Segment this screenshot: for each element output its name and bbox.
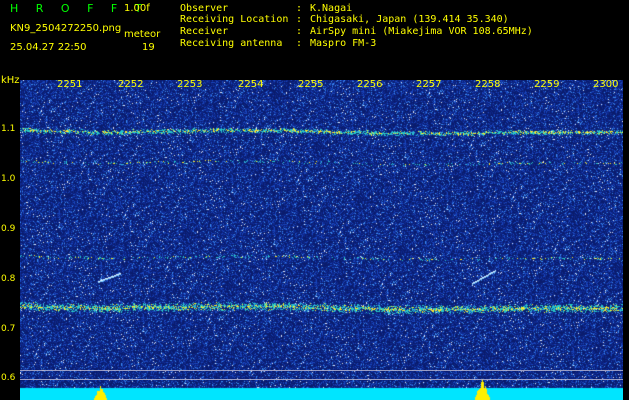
x-tick: 2258 bbox=[475, 79, 501, 90]
x-tick: 2259 bbox=[534, 79, 560, 90]
info-key: Observer bbox=[180, 3, 229, 14]
info-row-observer: Observer: K.Nagai bbox=[180, 3, 353, 14]
meteor-count: 19 bbox=[142, 42, 155, 53]
filename-label: KN9_2504272250.png bbox=[10, 23, 122, 34]
reference-line bbox=[20, 370, 623, 371]
y-tick: 1.1 bbox=[1, 124, 16, 134]
reference-line bbox=[20, 379, 623, 380]
info-key: Receiving Location bbox=[180, 14, 289, 25]
meteor-label: meteor bbox=[124, 29, 161, 40]
spectrogram-display bbox=[20, 80, 623, 400]
info-row-antenna: Receiving antenna: Maspro FM-3 bbox=[180, 38, 377, 49]
y-tick: 1.0 bbox=[1, 174, 16, 184]
info-row-receiver: Receiver: AirSpy mini (Miakejima VOR 108.… bbox=[180, 26, 533, 37]
version-label: 1.00f bbox=[124, 3, 150, 14]
info-row-location: Receiving Location: Chigasaki, Japan (139… bbox=[180, 14, 509, 25]
info-key: Receiving antenna bbox=[180, 38, 283, 49]
y-tick: 0.9 bbox=[1, 224, 16, 234]
y-tick: 0.8 bbox=[1, 274, 16, 284]
info-value: Maspro FM-3 bbox=[310, 38, 377, 49]
x-tick: 2255 bbox=[298, 79, 324, 90]
datetime-label: 25.04.27 22:50 bbox=[10, 42, 87, 53]
info-key: Receiver bbox=[180, 26, 229, 37]
info-value: AirSpy mini (Miakejima VOR 108.65MHz) bbox=[310, 26, 533, 37]
x-tick: 2300 bbox=[593, 79, 619, 90]
y-tick: 0.6 bbox=[1, 373, 16, 383]
info-value: Chigasaki, Japan (139.414 35.340) bbox=[310, 14, 509, 25]
x-tick: 2254 bbox=[238, 79, 264, 90]
x-tick: 2251 bbox=[57, 79, 83, 90]
x-tick: 2256 bbox=[357, 79, 383, 90]
x-tick: 2252 bbox=[118, 79, 144, 90]
y-axis-unit: kHz bbox=[1, 75, 20, 86]
spectrogram-canvas bbox=[20, 80, 623, 400]
x-tick: 2253 bbox=[177, 79, 203, 90]
y-tick: 0.7 bbox=[1, 324, 16, 334]
info-value: K.Nagai bbox=[310, 3, 353, 14]
x-tick: 2257 bbox=[416, 79, 442, 90]
